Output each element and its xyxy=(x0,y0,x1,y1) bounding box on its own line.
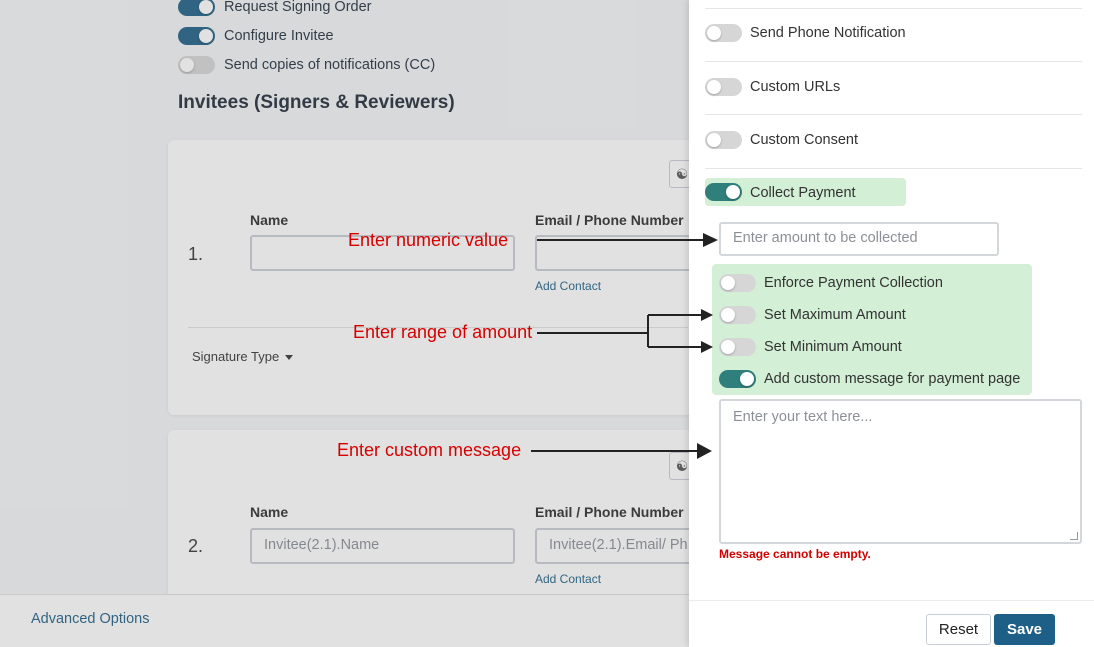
separator xyxy=(705,114,1082,115)
custom-message-textarea[interactable]: Enter your text here... xyxy=(719,399,1082,544)
custom-urls-label: Custom URLs xyxy=(750,79,841,95)
annotation-range: Enter range of amount xyxy=(353,322,533,342)
send-phone-notification-toggle[interactable] xyxy=(705,24,742,42)
custom-message-toggle[interactable] xyxy=(719,370,756,388)
send-phone-notification-label: Send Phone Notification xyxy=(750,25,906,41)
save-button[interactable]: Save xyxy=(994,614,1055,645)
custom-message-label: Add custom message for payment page xyxy=(764,371,1021,387)
custom-urls-toggle[interactable] xyxy=(705,78,742,96)
amount-input[interactable]: Enter amount to be collected xyxy=(719,222,999,256)
enforce-payment-toggle[interactable] xyxy=(719,274,756,292)
textarea-placeholder: Enter your text here... xyxy=(733,409,873,425)
set-maximum-amount-toggle[interactable] xyxy=(719,306,756,324)
reset-button[interactable]: Reset xyxy=(926,614,991,645)
collect-payment-label: Collect Payment xyxy=(750,185,856,201)
modal-overlay xyxy=(0,0,689,647)
set-minimum-amount-label: Set Minimum Amount xyxy=(764,339,902,355)
annotation-message: Enter custom message xyxy=(337,440,522,460)
separator xyxy=(705,61,1082,62)
resize-handle-icon[interactable] xyxy=(1070,532,1078,540)
custom-consent-label: Custom Consent xyxy=(750,132,858,148)
collect-payment-toggle[interactable] xyxy=(705,183,742,201)
set-minimum-amount-toggle[interactable] xyxy=(719,338,756,356)
separator xyxy=(705,168,1082,169)
annotation-numeric: Enter numeric value xyxy=(348,230,509,250)
footer-divider xyxy=(689,600,1094,601)
error-message: Message cannot be empty. xyxy=(719,547,871,561)
set-maximum-amount-label: Set Maximum Amount xyxy=(764,307,906,323)
separator xyxy=(705,8,1082,9)
enforce-payment-label: Enforce Payment Collection xyxy=(764,275,943,291)
custom-consent-toggle[interactable] xyxy=(705,131,742,149)
